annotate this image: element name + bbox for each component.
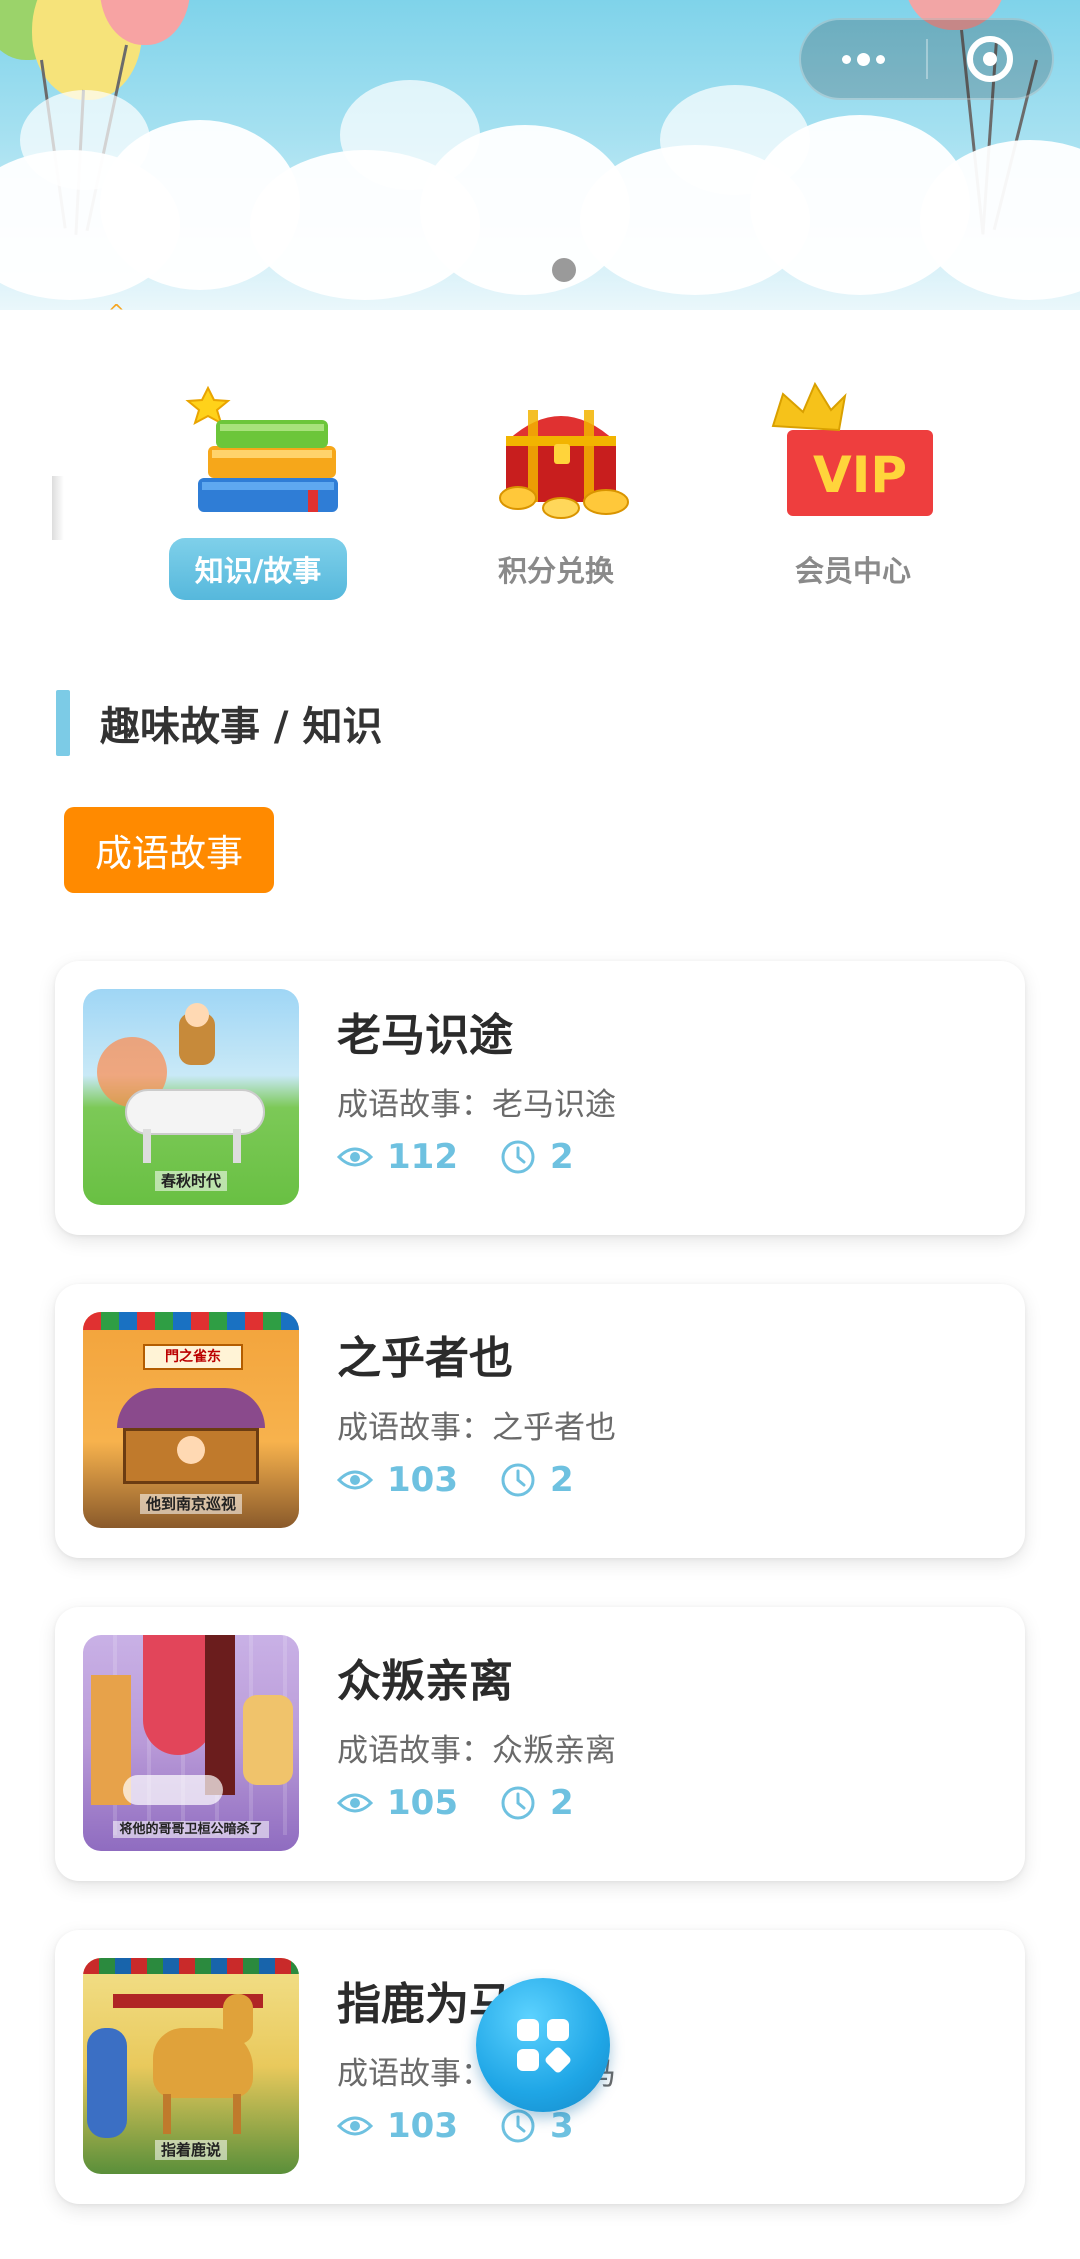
tag-idiom-stories-button[interactable]: 成语故事 <box>64 807 274 893</box>
category-vip-center[interactable]: VIP 会员中心 <box>743 370 963 600</box>
svg-text:VIP: VIP <box>813 446 907 504</box>
story-stats: 112 2 <box>337 1137 616 1177</box>
scroll-edge <box>52 476 64 540</box>
duration-stat: 2 <box>500 1137 574 1177</box>
clock-icon <box>501 1786 535 1820</box>
eye-icon <box>337 2116 373 2136</box>
views-count: 103 <box>387 2106 458 2146</box>
close-circle-icon[interactable] <box>928 20 1052 98</box>
story-subtitle: 成语故事：众叛亲离 <box>337 1733 616 1769</box>
clock-icon <box>501 1463 535 1497</box>
category-knowledge-stories[interactable]: 知识/故事 <box>148 370 368 600</box>
duration-value: 2 <box>549 1783 574 1823</box>
thumbnail-caption: 将他的哥哥卫桓公暗杀了 <box>83 1818 299 1838</box>
duration-value: 2 <box>549 1137 574 1177</box>
caret-icon: ^ <box>108 300 125 324</box>
banner[interactable] <box>0 0 1080 310</box>
section-title: 趣味故事 / 知识 <box>100 704 383 750</box>
story-thumbnail: 指着鹿说 <box>83 1958 299 2174</box>
story-card[interactable]: 将他的哥哥卫桓公暗杀了 众叛亲离 成语故事：众叛亲离 105 2 <box>55 1607 1025 1881</box>
story-title: 之乎者也 <box>337 1333 513 1384</box>
clock-icon <box>501 2109 535 2143</box>
treasure-chest-icon <box>456 370 656 530</box>
clock-icon <box>501 1140 535 1174</box>
section-header: 趣味故事 / 知识 <box>56 690 382 756</box>
category-label: 积分兑换 <box>497 554 614 588</box>
views-count: 105 <box>387 1783 458 1823</box>
eye-icon <box>337 1470 373 1490</box>
clouds-decoration <box>0 80 1080 300</box>
category-points-exchange[interactable]: 积分兑换 <box>446 370 666 600</box>
story-card[interactable]: 春秋时代 老马识途 成语故事：老马识途 112 2 <box>55 961 1025 1235</box>
thumbnail-caption: 春秋时代 <box>83 1170 299 1191</box>
duration-stat: 2 <box>500 1460 574 1500</box>
story-thumbnail: 将他的哥哥卫桓公暗杀了 <box>83 1635 299 1851</box>
story-title: 众叛亲离 <box>337 1656 513 1707</box>
views-stat: 105 <box>337 1783 458 1823</box>
thumbnail-caption: 指着鹿说 <box>83 2139 299 2160</box>
eye-icon <box>337 1147 373 1167</box>
eye-icon <box>337 1793 373 1813</box>
mini-program-capsule <box>799 18 1054 100</box>
views-count: 112 <box>387 1137 458 1177</box>
story-thumbnail: 門之雀东 他到南京巡视 <box>83 1312 299 1528</box>
views-stat: 103 <box>337 2106 458 2146</box>
carousel-dot[interactable] <box>552 258 576 282</box>
grid-menu-icon <box>517 2019 571 2073</box>
story-stats: 103 3 <box>337 2106 616 2146</box>
duration-stat: 3 <box>500 2106 574 2146</box>
category-label: 知识/故事 <box>168 538 348 600</box>
duration-value: 3 <box>549 2106 574 2146</box>
story-title: 老马识途 <box>337 1010 513 1061</box>
more-menu-icon[interactable] <box>801 20 926 98</box>
story-card[interactable]: 門之雀东 他到南京巡视 之乎者也 成语故事：之乎者也 103 2 <box>55 1284 1025 1558</box>
floating-menu-button[interactable] <box>476 1978 610 2112</box>
story-subtitle: 成语故事：之乎者也 <box>337 1410 616 1446</box>
vip-crown-icon: VIP <box>753 370 953 530</box>
thumbnail-caption: 他到南京巡视 <box>83 1493 299 1514</box>
views-stat: 103 <box>337 1460 458 1500</box>
section-bar <box>56 690 70 756</box>
duration-value: 2 <box>549 1460 574 1500</box>
books-icon <box>158 370 358 530</box>
story-thumbnail: 春秋时代 <box>83 989 299 1205</box>
story-subtitle: 成语故事：老马识途 <box>337 1087 616 1123</box>
views-count: 103 <box>387 1460 458 1500</box>
views-stat: 112 <box>337 1137 458 1177</box>
thumbnail-sign: 門之雀东 <box>143 1344 243 1370</box>
duration-stat: 2 <box>500 1783 574 1823</box>
story-stats: 105 2 <box>337 1783 616 1823</box>
category-label: 会员中心 <box>794 554 911 588</box>
story-stats: 103 2 <box>337 1460 616 1500</box>
